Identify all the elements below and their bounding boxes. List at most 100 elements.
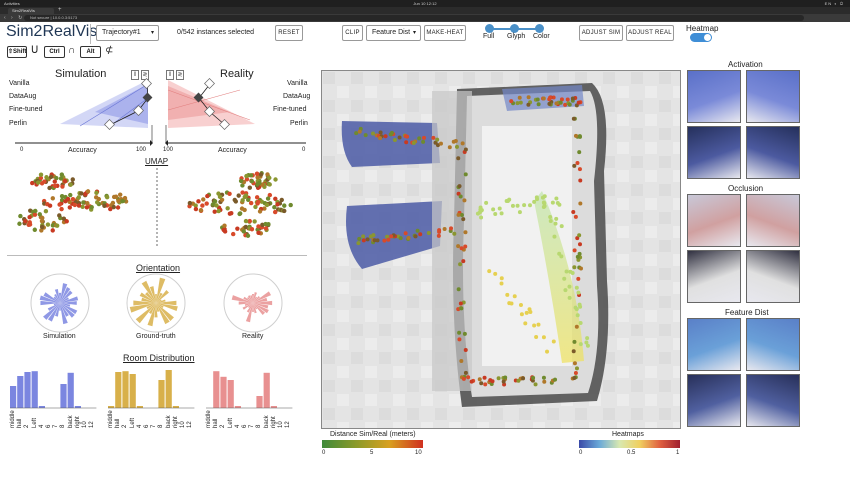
trajectory-point[interactable]: [457, 184, 462, 189]
umap-point[interactable]: [273, 177, 278, 182]
trajectory-point[interactable]: [463, 172, 468, 177]
trajectory-point[interactable]: [452, 231, 457, 236]
trajectory-point[interactable]: [553, 221, 558, 226]
umap-point[interactable]: [282, 203, 287, 208]
room-bar[interactable]: [24, 372, 31, 408]
trajectory-point[interactable]: [547, 101, 552, 106]
trajectory-point[interactable]: [577, 134, 582, 139]
umap-point[interactable]: [102, 203, 107, 208]
trajectory-point[interactable]: [372, 238, 377, 243]
trajectory-point[interactable]: [555, 200, 560, 205]
trajectory-point[interactable]: [510, 203, 515, 208]
umap-point[interactable]: [201, 197, 206, 202]
trajectory-point[interactable]: [572, 361, 577, 366]
trajectory-point[interactable]: [567, 102, 572, 107]
umap-point[interactable]: [187, 200, 193, 206]
trajectory-point[interactable]: [567, 284, 572, 289]
view-thumbnail[interactable]: [687, 70, 741, 123]
umap-point[interactable]: [252, 219, 257, 224]
trajectory-point[interactable]: [517, 210, 522, 215]
room-bar[interactable]: [256, 396, 263, 408]
umap-point[interactable]: [267, 175, 272, 181]
trajectory-point[interactable]: [578, 321, 583, 326]
trajectory-point[interactable]: [576, 290, 581, 295]
trajectory-point[interactable]: [479, 381, 484, 386]
trajectory-point[interactable]: [551, 339, 556, 344]
umap-point[interactable]: [84, 205, 90, 210]
trajectory-point[interactable]: [459, 358, 464, 363]
umap-point[interactable]: [37, 212, 42, 217]
umap-point[interactable]: [30, 180, 35, 186]
trajectory-point[interactable]: [413, 234, 418, 239]
umap-point[interactable]: [76, 195, 82, 200]
umap-point[interactable]: [42, 179, 47, 184]
trajectory-point[interactable]: [426, 231, 431, 236]
trajectory-point[interactable]: [574, 324, 579, 329]
trajectory-point[interactable]: [463, 230, 468, 235]
trajectory-point[interactable]: [501, 379, 506, 384]
trajectory-point[interactable]: [365, 237, 370, 242]
trajectory-point[interactable]: [571, 116, 576, 121]
trajectory-point[interactable]: [577, 233, 582, 238]
trajectory-point[interactable]: [457, 330, 462, 335]
umap-point[interactable]: [118, 192, 123, 197]
umap-point[interactable]: [27, 215, 32, 220]
umap-point[interactable]: [243, 193, 249, 198]
trajectory-point[interactable]: [509, 99, 514, 104]
trajectory-point[interactable]: [519, 312, 524, 317]
trajectory-point[interactable]: [547, 97, 552, 102]
trajectory-point[interactable]: [565, 97, 570, 102]
view-thumbnail[interactable]: [687, 374, 741, 427]
trajectory-point[interactable]: [398, 236, 403, 241]
trajectory-point[interactable]: [584, 340, 589, 345]
umap-point[interactable]: [18, 213, 23, 219]
umap-point[interactable]: [249, 179, 255, 184]
trajectory-point[interactable]: [461, 376, 466, 381]
trajectory-point[interactable]: [462, 198, 467, 203]
view-thumbnail[interactable]: [687, 250, 741, 303]
trajectory-point[interactable]: [536, 322, 541, 327]
trajectory-point[interactable]: [532, 199, 537, 204]
trajectory-point[interactable]: [567, 295, 572, 300]
umap-point[interactable]: [256, 199, 261, 205]
room-bar[interactable]: [158, 380, 165, 408]
trajectory-point[interactable]: [442, 226, 447, 231]
umap-point[interactable]: [212, 209, 217, 214]
umap-point[interactable]: [47, 203, 53, 208]
trajectory-point[interactable]: [535, 97, 540, 102]
trajectory-point[interactable]: [496, 376, 501, 381]
trajectory-point[interactable]: [536, 102, 541, 107]
umap-point[interactable]: [72, 202, 78, 208]
umap-point[interactable]: [68, 192, 73, 198]
trajectory-point[interactable]: [571, 349, 576, 354]
trajectory-point[interactable]: [463, 147, 468, 152]
view-thumbnail[interactable]: [746, 194, 800, 247]
umap-point[interactable]: [59, 206, 64, 212]
umap-point[interactable]: [222, 229, 228, 234]
trajectory-point[interactable]: [386, 237, 391, 242]
orientation-roses[interactable]: [20, 272, 305, 334]
trajectory-point[interactable]: [497, 206, 502, 211]
trajectory-point[interactable]: [573, 305, 578, 310]
trajectory-point[interactable]: [518, 302, 523, 307]
trajectory-point[interactable]: [477, 377, 482, 382]
umap-point[interactable]: [231, 231, 236, 237]
trajectory-point[interactable]: [523, 321, 528, 326]
trajectory-point[interactable]: [585, 336, 590, 341]
trajectory-point[interactable]: [512, 294, 517, 299]
room-bar[interactable]: [17, 376, 24, 408]
trajectory-point[interactable]: [357, 236, 362, 241]
trajectory-point[interactable]: [435, 137, 440, 142]
trajectory-point[interactable]: [521, 376, 526, 381]
trajectory-point[interactable]: [509, 301, 514, 306]
room-bar[interactable]: [213, 371, 220, 408]
trajectory-point[interactable]: [576, 100, 581, 105]
trajectory-point[interactable]: [577, 167, 582, 172]
trajectory-point[interactable]: [577, 150, 582, 155]
umap-point[interactable]: [68, 182, 73, 187]
trajectory-point[interactable]: [552, 234, 557, 239]
umap-point[interactable]: [89, 204, 94, 210]
trajectory-point[interactable]: [517, 95, 522, 100]
umap-point[interactable]: [26, 222, 31, 228]
floorplan-canvas[interactable]: [322, 71, 681, 429]
